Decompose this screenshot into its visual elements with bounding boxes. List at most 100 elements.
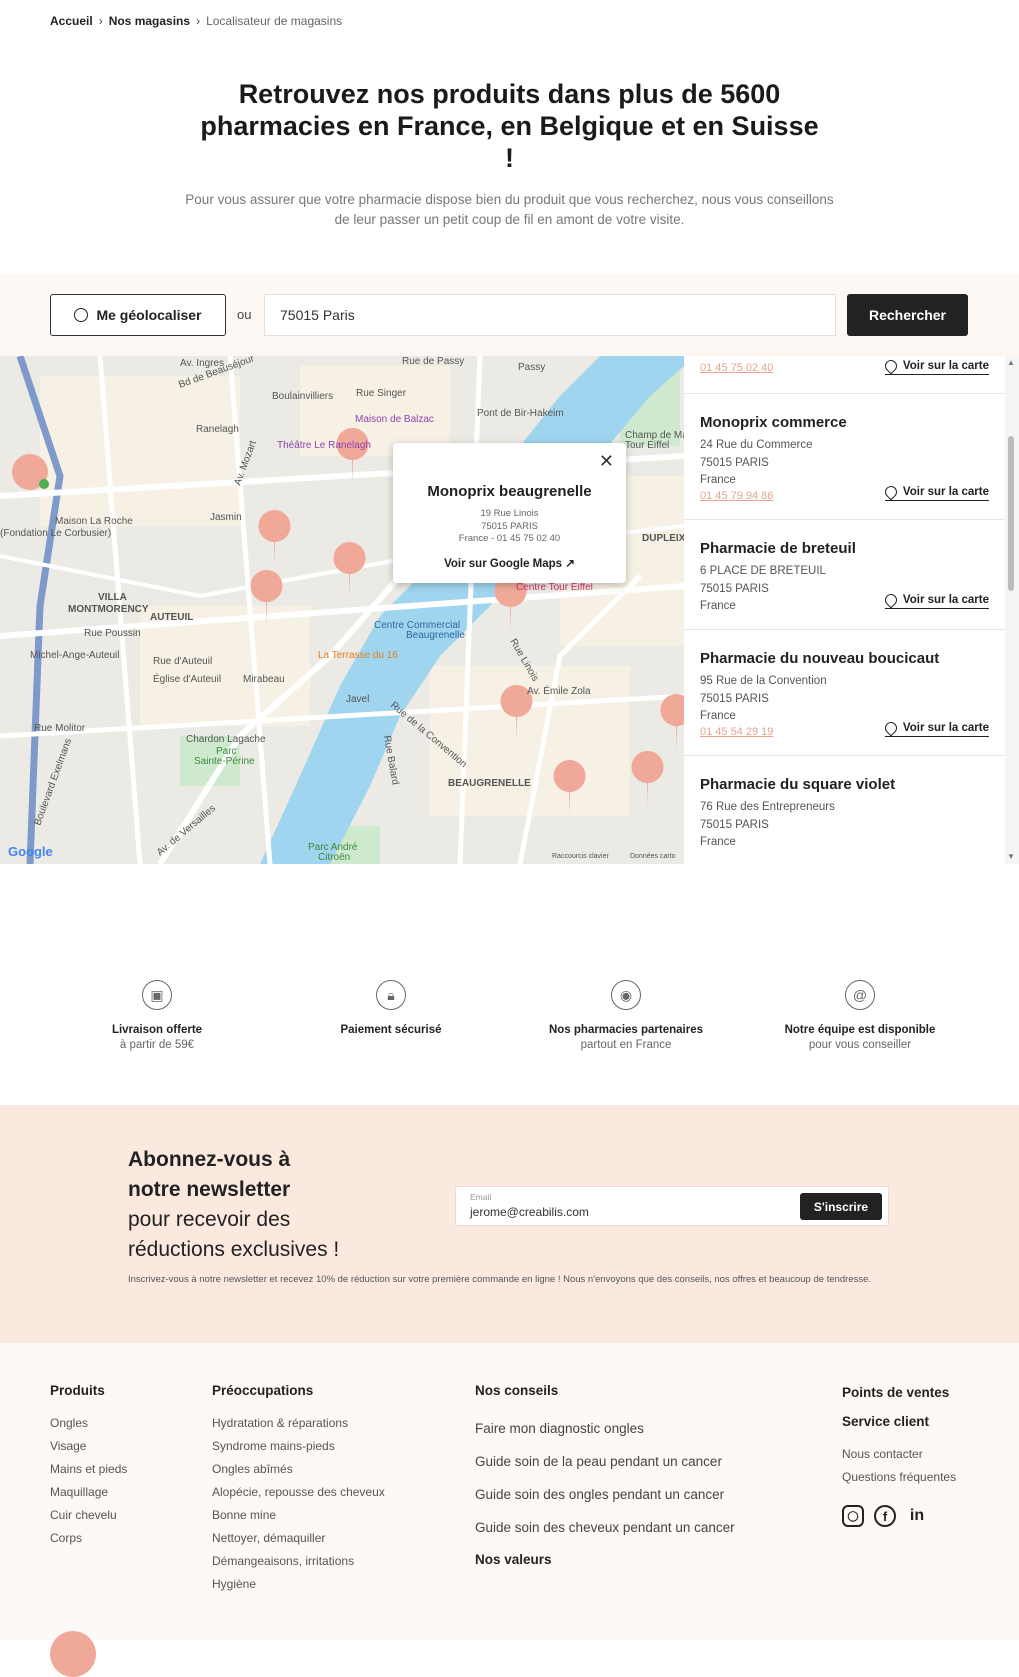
footer-heading: Préoccupations <box>212 1383 314 1398</box>
reassurance-features: ▣ Livraison offerte à partir de 59€ 🔒︎ P… <box>0 980 1019 1090</box>
store-list-scrollbar[interactable] <box>1005 356 1019 864</box>
footer-link[interactable]: Nous contacter <box>842 1443 956 1466</box>
store-list[interactable]: 01 45 75 02 40 Voir sur la carte Monopri… <box>684 356 1019 864</box>
map-label: VILLA <box>98 592 127 603</box>
footer-link[interactable]: Maquillage <box>50 1481 127 1504</box>
popup-country-phone: France - 01 45 75 02 40 <box>458 533 561 544</box>
view-on-map-link[interactable]: Voir sur la carte <box>882 483 989 501</box>
pin-icon <box>882 719 900 737</box>
scrollbar-thumb[interactable] <box>1008 436 1014 591</box>
map-canvas[interactable]: Rue de Passy Passy Bd de Beauséjour Av. … <box>0 356 684 864</box>
view-on-map-link[interactable]: Voir sur la carte <box>882 719 989 737</box>
footer-link[interactable]: Guide soin des ongles pendant un cancer <box>475 1478 735 1511</box>
box-icon: ▣ <box>142 980 172 1010</box>
map-label: Ranelagh <box>196 424 239 435</box>
search-button[interactable]: Rechercher <box>847 294 968 336</box>
map-label: MONTMORENCY <box>68 604 149 615</box>
map-label: Raccourcis clavier <box>552 853 609 860</box>
map-label: Rue Poussin <box>84 628 141 639</box>
view-on-map-label: Voir sur la carte <box>902 594 989 606</box>
pin-icon <box>882 483 900 501</box>
footer-link[interactable]: Visage <box>50 1435 127 1458</box>
geolocate-button[interactable]: Me géolocaliser <box>50 294 226 336</box>
store-city: 75015 PARIS <box>700 456 769 469</box>
view-on-map-link[interactable]: Voir sur la carte <box>882 591 989 609</box>
footer-link[interactable]: Questions fréquentes <box>842 1466 956 1489</box>
feature-title: Livraison offerte <box>111 1024 203 1036</box>
store-map[interactable]: Rue de Passy Passy Bd de Beauséjour Av. … <box>0 356 684 864</box>
close-icon[interactable]: ✕ <box>599 451 614 472</box>
map-label: La Terrasse du 16 <box>318 650 398 661</box>
store-street: 95 Rue de la Convention <box>700 675 827 687</box>
facebook-icon[interactable]: f <box>874 1505 896 1527</box>
scroll-down-icon[interactable]: ▼ <box>1007 852 1015 861</box>
view-on-map-label: Voir sur la carte <box>902 360 989 372</box>
footer-link[interactable]: Corps <box>50 1527 127 1550</box>
site-footer: Produits Ongles Visage Mains et pieds Ma… <box>0 1343 1019 1677</box>
store-card[interactable]: Pharmacie de breteuil 6 PLACE DE BRETEUI… <box>684 520 1006 630</box>
map-label: Av. Émile Zola <box>527 684 591 697</box>
footer-advice: Nos conseils Faire mon diagnostic ongles… <box>475 1383 735 1581</box>
chevron-right-icon: › <box>196 14 201 28</box>
or-label: ou <box>237 307 252 322</box>
newsletter-title: Abonnez-vous à notre newsletter pour rec… <box>128 1145 339 1265</box>
footer-link[interactable]: Faire mon diagnostic ongles <box>475 1412 735 1445</box>
location-search-input[interactable] <box>264 294 836 336</box>
footer-link[interactable]: Guide soin des cheveux pendant un cancer <box>475 1511 735 1544</box>
footer-heading-link[interactable]: Points de ventes <box>842 1385 956 1400</box>
store-card[interactable]: Pharmacie du nouveau boucicaut 95 Rue de… <box>684 630 1006 756</box>
scroll-up-icon[interactable]: ▲ <box>1007 358 1015 367</box>
footer-link[interactable]: Alopécie, repousse des cheveux <box>212 1481 385 1504</box>
map-label: Rue de Passy <box>402 356 464 367</box>
store-search-bar: Me géolocaliser ou Rechercher <box>0 274 1019 356</box>
footer-link[interactable]: Hydratation & réparations <box>212 1412 385 1435</box>
view-on-map-link[interactable]: Voir sur la carte <box>882 357 989 375</box>
footer-link[interactable]: Hygiène <box>212 1573 385 1596</box>
feature-subtitle: à partir de 59€ <box>119 1039 195 1051</box>
map-label: Tour Eiffel <box>625 440 669 451</box>
map-label: Michel-Ange-Auteuil <box>30 650 120 661</box>
map-label: AUTEUIL <box>150 612 193 623</box>
external-link-icon: ↗ <box>565 557 575 570</box>
map-label: Rue Molitor <box>34 723 86 734</box>
store-street: 76 Rue des Entrepreneurs <box>700 801 835 813</box>
map-label: Église d'Auteuil <box>153 672 221 685</box>
footer-heading: Produits <box>50 1383 105 1398</box>
store-city: 75015 PARIS <box>700 692 769 705</box>
map-label: Données carto <box>630 853 676 860</box>
map-label: Maison La Roche <box>55 516 133 527</box>
map-label: DUPLEIX <box>642 533 684 544</box>
footer-link[interactable]: Bonne mine <box>212 1504 385 1527</box>
popup-address: 19 Rue Linois 75015 PARIS France - 01 45… <box>393 508 626 546</box>
footer-link[interactable]: Syndrome mains-pieds <box>212 1435 385 1458</box>
footer-link[interactable]: Ongles abîmés <box>212 1458 385 1481</box>
newsletter-title-line: réductions exclusives ! <box>128 1238 340 1261</box>
store-country: France <box>700 836 736 848</box>
google-maps-link[interactable]: Voir sur Google Maps ↗ <box>393 556 626 570</box>
subscribe-button[interactable]: S'inscrire <box>800 1193 882 1220</box>
linkedin-icon[interactable]: in <box>906 1505 928 1527</box>
footer-link[interactable]: Nettoyer, démaquiller <box>212 1527 385 1550</box>
at-icon: @ <box>845 980 875 1010</box>
footer-link[interactable]: Mains et pieds <box>50 1458 127 1481</box>
view-on-map-label: Voir sur la carte <box>902 486 989 498</box>
store-card[interactable]: Pharmacie du square violet 76 Rue des En… <box>684 756 1006 864</box>
footer-heading-link[interactable]: Nos valeurs <box>475 1552 735 1567</box>
newsletter-section: Abonnez-vous à notre newsletter pour rec… <box>0 1105 1019 1343</box>
footer-link[interactable]: Guide soin de la peau pendant un cancer <box>475 1445 735 1478</box>
footer-link[interactable]: Cuir chevelu <box>50 1504 127 1527</box>
breadcrumb-stores[interactable]: Nos magasins <box>109 14 190 28</box>
footer-heading-link[interactable]: Service client <box>842 1414 956 1429</box>
breadcrumb-home[interactable]: Accueil <box>50 14 93 28</box>
page-title: Retrouvez nos produits dans plus de 5600… <box>200 79 819 173</box>
newsletter-title-line: pour recevoir des <box>128 1208 291 1231</box>
email-field[interactable]: jerome@creabilis.com <box>470 1205 589 1219</box>
map-label: Rue Singer <box>356 388 407 399</box>
footer-heading: Nos conseils <box>475 1383 559 1398</box>
feature-subtitle: pour vous conseiller <box>808 1039 912 1051</box>
store-street: 6 PLACE DE BRETEUIL <box>700 565 826 577</box>
footer-link[interactable]: Démangeaisons, irritations <box>212 1550 385 1573</box>
footer-link[interactable]: Ongles <box>50 1412 127 1435</box>
instagram-icon[interactable]: ◯ <box>842 1505 864 1527</box>
store-card[interactable]: Monoprix commerce 24 Rue du Commerce 750… <box>684 394 1006 520</box>
